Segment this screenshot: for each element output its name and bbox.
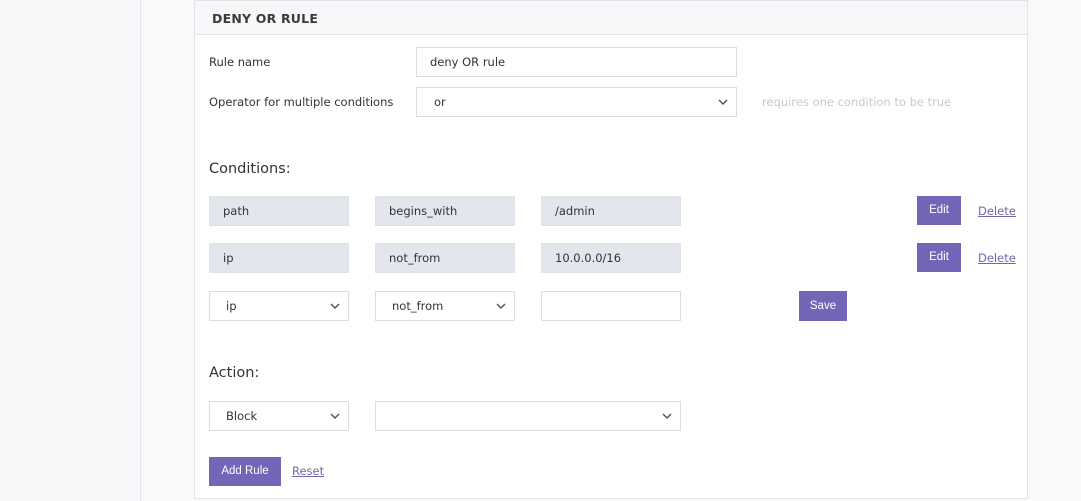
left-sidebar (0, 0, 141, 501)
operator-value: or (434, 95, 446, 109)
operator-label: Operator for multiple conditions (209, 95, 394, 109)
condition-value: /admin (541, 196, 681, 226)
rule-name-input[interactable]: deny OR rule (416, 47, 737, 77)
new-condition-field-select[interactable]: ip (209, 291, 349, 321)
main-content: DENY OR RULE Rule name deny OR rule Oper… (141, 0, 1081, 501)
chevron-down-icon (662, 413, 672, 420)
delete-condition-link[interactable]: Delete (978, 251, 1016, 265)
add-rule-button[interactable]: Add Rule (209, 457, 281, 486)
card-header: DENY OR RULE (195, 1, 1027, 35)
edit-condition-button[interactable]: Edit (917, 243, 961, 272)
new-condition-field-value: ip (226, 299, 237, 313)
action-type-value: Block (226, 409, 258, 423)
chevron-down-icon (330, 413, 340, 420)
operator-hint: requires one condition to be true (762, 95, 952, 109)
operator-select[interactable]: or (416, 87, 737, 117)
delete-condition-link[interactable]: Delete (978, 204, 1016, 218)
action-title: Action: (209, 365, 260, 381)
edit-condition-button[interactable]: Edit (917, 196, 961, 225)
conditions-title: Conditions: (209, 161, 291, 177)
condition-operator: begins_with (375, 196, 515, 226)
new-condition-value-input[interactable] (541, 291, 681, 321)
save-condition-button[interactable]: Save (799, 291, 847, 321)
new-condition-operator-value: not_from (392, 299, 444, 313)
rule-card: DENY OR RULE Rule name deny OR rule Oper… (194, 0, 1028, 499)
chevron-down-icon (496, 303, 506, 310)
new-condition-operator-select[interactable]: not_from (375, 291, 515, 321)
chevron-down-icon (330, 303, 340, 310)
action-type-select[interactable]: Block (209, 401, 349, 431)
card-title: DENY OR RULE (212, 11, 319, 26)
condition-field: path (209, 196, 349, 226)
condition-value: 10.0.0.0/16 (541, 243, 681, 273)
rule-name-label: Rule name (209, 55, 271, 69)
condition-field: ip (209, 243, 349, 273)
action-secondary-select[interactable] (375, 401, 681, 431)
chevron-down-icon (718, 99, 728, 106)
reset-link[interactable]: Reset (292, 464, 324, 478)
condition-operator: not_from (375, 243, 515, 273)
rule-name-value: deny OR rule (430, 55, 506, 69)
